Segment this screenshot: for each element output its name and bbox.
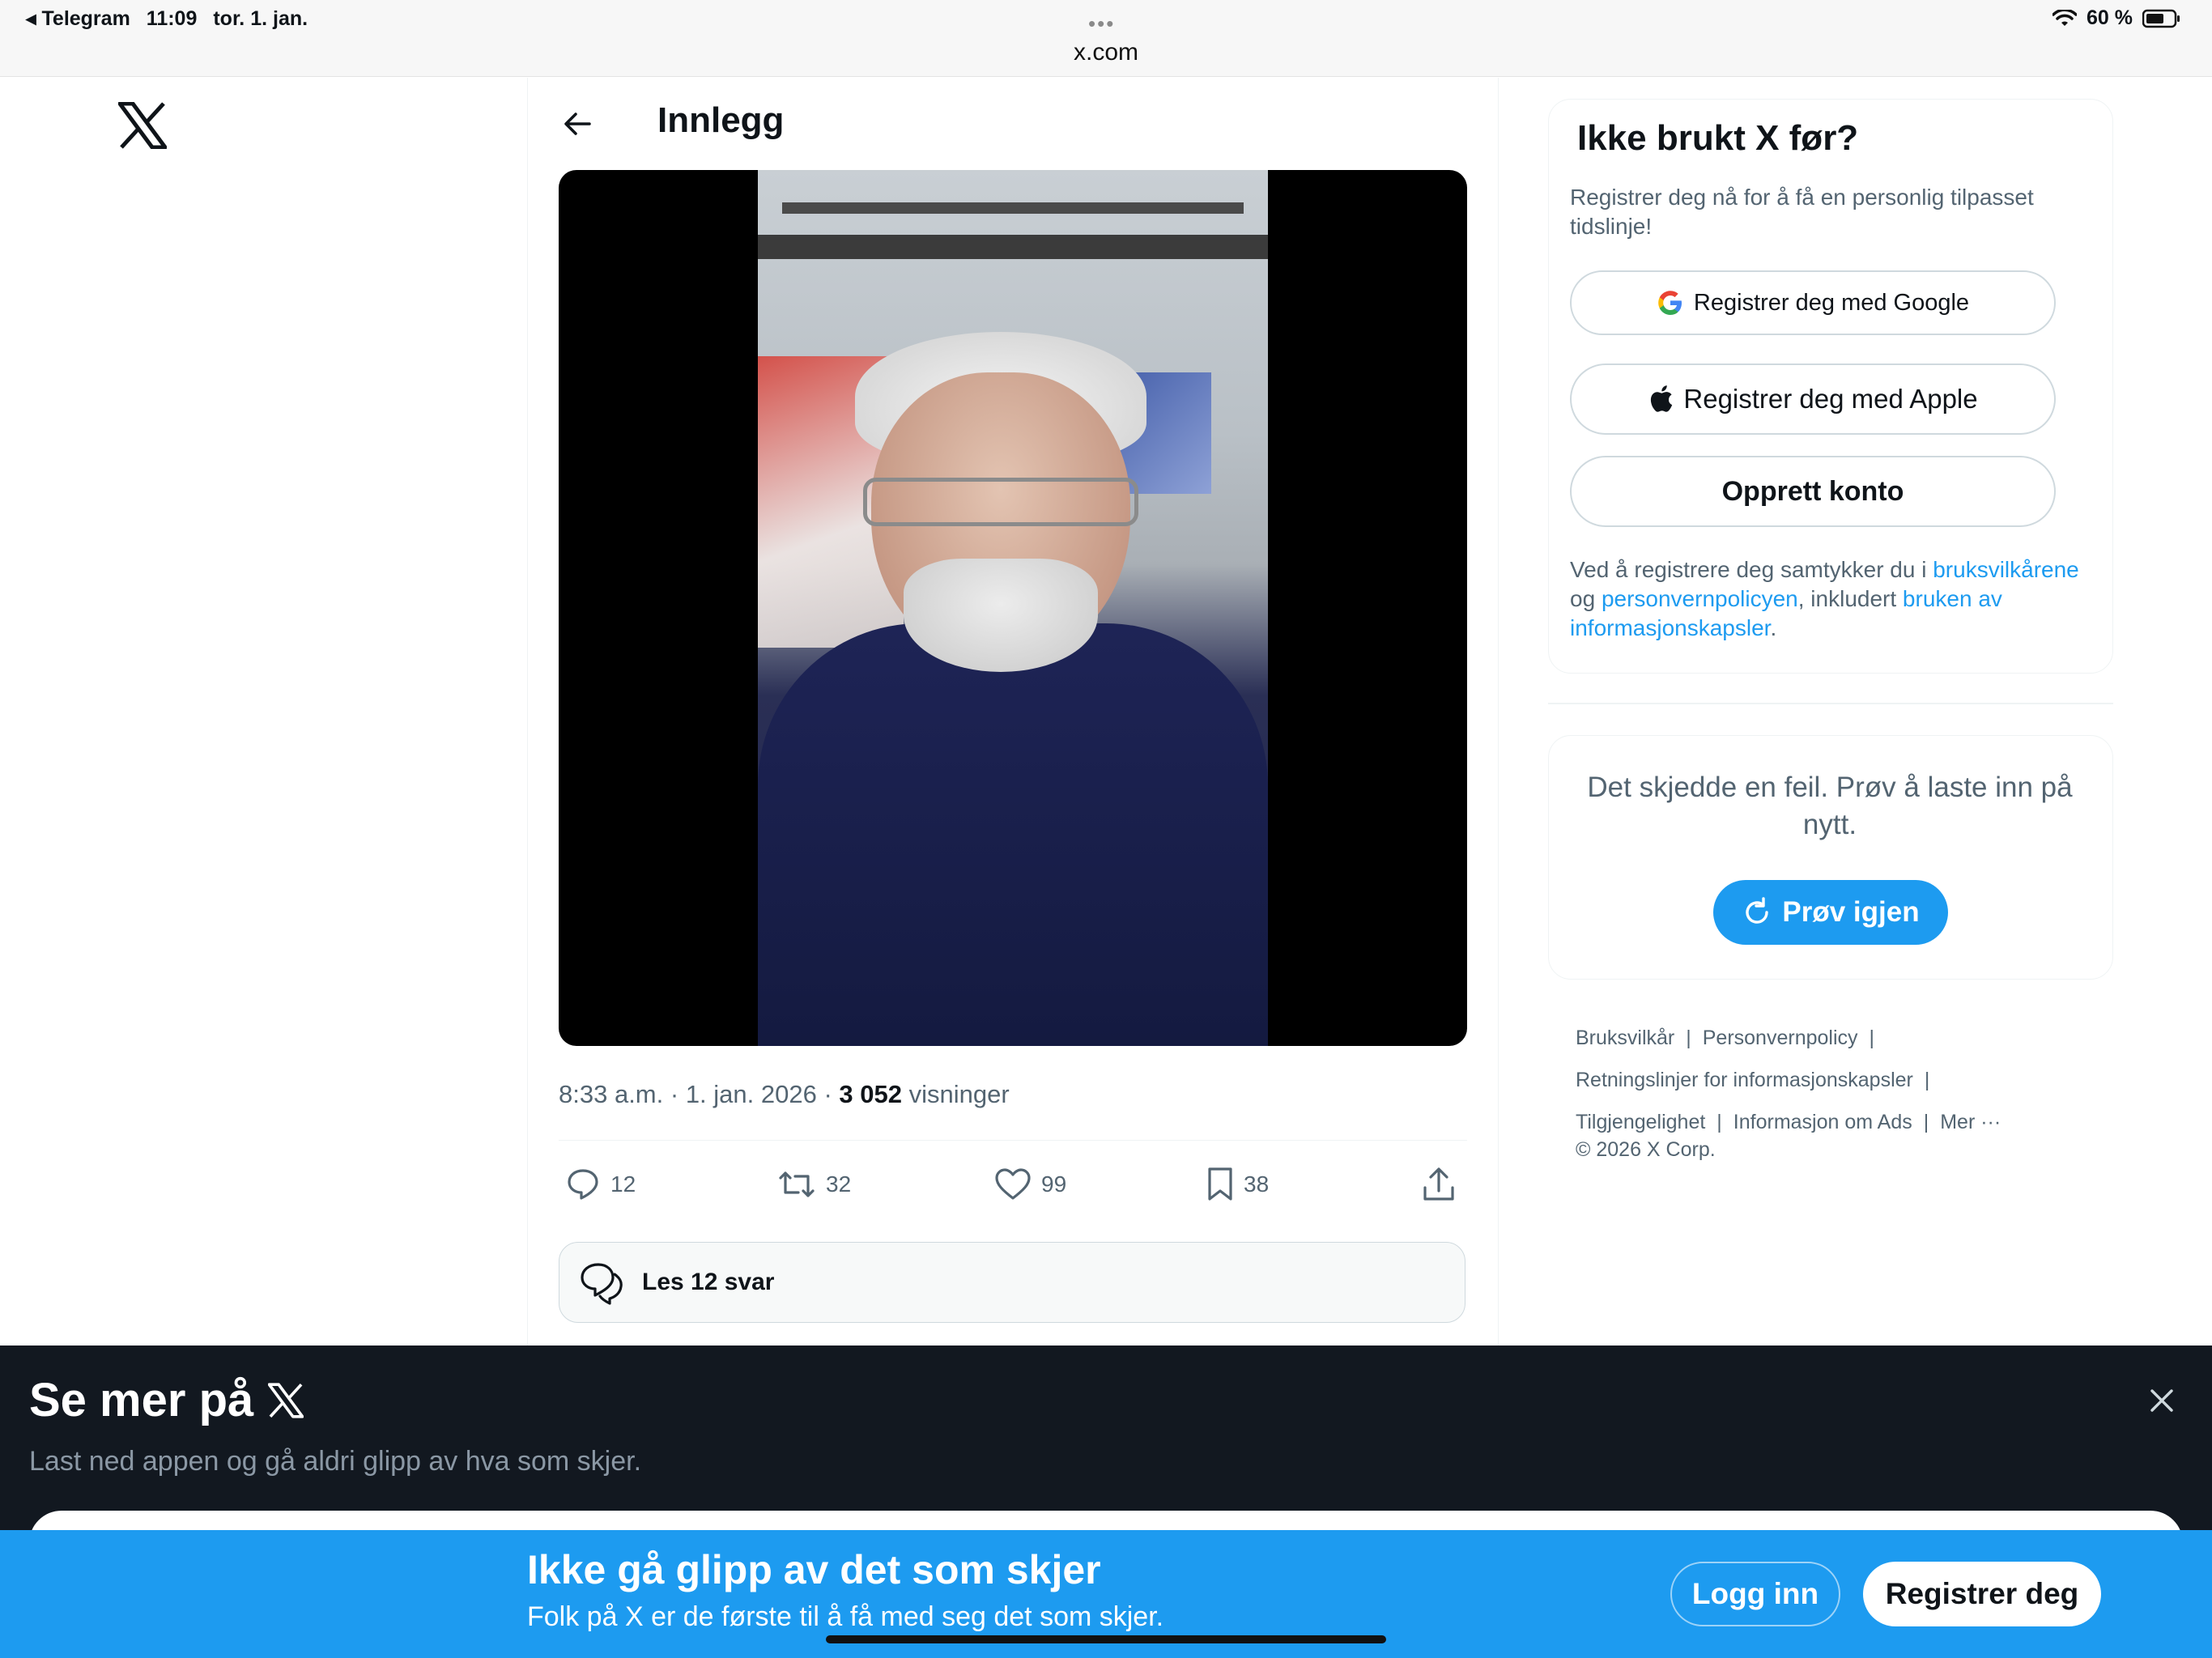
reply-icon — [568, 1169, 598, 1200]
page-title: Innlegg — [657, 100, 785, 140]
retry-label: Prøv igjen — [1782, 896, 1920, 928]
address-url[interactable]: x.com — [0, 39, 2212, 66]
status-date: tor. 1. jan. — [213, 6, 308, 30]
footer-link-accessibility[interactable]: Tilgjengelighet — [1576, 1111, 1705, 1133]
like-button[interactable]: 99 — [994, 1156, 1066, 1213]
post-actions: 12 32 99 38 — [559, 1156, 1467, 1213]
retry-button[interactable]: Prøv igjen — [1713, 880, 1948, 945]
multitask-dots[interactable]: ••• — [1088, 11, 1115, 36]
repost-count: 32 — [826, 1171, 852, 1197]
battery-percent: 60 % — [2087, 6, 2133, 29]
apple-icon — [1651, 385, 1673, 412]
footer-separator: | — [1716, 1111, 1722, 1133]
banner-title: Ikke gå glipp av det som skjer — [527, 1547, 1101, 1592]
back-button[interactable] — [557, 104, 598, 144]
close-icon — [2150, 1389, 2173, 1412]
footer-link-privacy[interactable]: Personvernpolicy — [1703, 1027, 1858, 1049]
share-button[interactable] — [1422, 1156, 1456, 1213]
post-time[interactable]: 8:33 a.m. — [559, 1080, 663, 1108]
terms-text: . — [1770, 615, 1777, 640]
create-account-label: Opprett konto — [1721, 475, 1904, 507]
google-signup-label: Registrer deg med Google — [1693, 289, 1970, 316]
wifi-icon — [2052, 9, 2078, 28]
like-count: 99 — [1041, 1171, 1067, 1197]
frame-detail — [863, 478, 1138, 526]
frame-detail — [904, 559, 1098, 672]
back-to-app-link[interactable]: ◂ Telegram — [26, 6, 130, 31]
status-time: 11:09 — [146, 6, 198, 30]
banner-subtitle: Folk på X er de første til å få med seg … — [527, 1601, 1164, 1632]
x-logo-icon — [268, 1382, 304, 1418]
repost-button[interactable]: 32 — [777, 1156, 851, 1213]
frame-detail — [758, 623, 1268, 1046]
signup-title: Ikke brukt X før? — [1577, 118, 1859, 158]
frame-detail — [758, 235, 1268, 259]
signup-terms: Ved å registrere deg samtykker du i bruk… — [1570, 555, 2096, 643]
share-icon — [1423, 1167, 1454, 1201]
post-meta: 8:33 a.m. · 1. jan. 2026 · 3 052 visning… — [559, 1080, 1010, 1108]
read-replies-button[interactable]: Les 12 svar — [559, 1242, 1465, 1323]
bookmark-button[interactable]: 38 — [1206, 1156, 1269, 1213]
privacy-link[interactable]: personvernpolicyen — [1602, 586, 1798, 611]
read-replies-label: Les 12 svar — [642, 1269, 775, 1295]
bookmark-count: 38 — [1244, 1171, 1270, 1197]
chat-bubbles-icon — [581, 1263, 623, 1305]
bookmark-icon — [1208, 1167, 1232, 1201]
post-video[interactable] — [559, 170, 1467, 1046]
footer-link-more[interactable]: Mer ··· — [1940, 1111, 2001, 1133]
like-icon — [995, 1168, 1031, 1200]
close-button[interactable] — [2138, 1376, 2186, 1425]
create-account-button[interactable]: Opprett konto — [1570, 456, 2056, 527]
refresh-icon — [1746, 897, 1769, 924]
footer-link-ads[interactable]: Informasjon om Ads — [1733, 1111, 1912, 1133]
home-indicator[interactable] — [826, 1635, 1386, 1643]
footer-separator: | — [1924, 1069, 1930, 1091]
app-promo-title: Se mer på — [29, 1373, 304, 1427]
footer-link-cookies[interactable]: Retningslinjer for informasjonskapsler — [1576, 1069, 1913, 1091]
terms-text: Ved å registrere deg samtykker du i — [1570, 557, 1933, 582]
app-promo-subtitle: Last ned appen og gå aldri glipp av hva … — [29, 1446, 642, 1477]
signup-subtitle: Registrer deg nå for å få en personlig t… — [1570, 185, 2034, 239]
register-button[interactable]: Registrer deg — [1863, 1562, 2101, 1626]
error-message: Det skjedde en feil. Prøv å laste inn på… — [1587, 772, 2073, 840]
app-promo-title-text: Se mer på — [29, 1374, 254, 1426]
apple-signup-label: Registrer deg med Apple — [1683, 384, 1978, 414]
views-label: visninger — [908, 1080, 1010, 1108]
repost-icon — [779, 1171, 815, 1197]
views-count: 3 052 — [839, 1080, 902, 1108]
status-bar-right: 60 % — [2052, 6, 2181, 30]
x-logo-icon[interactable] — [118, 102, 167, 149]
login-button[interactable]: Logg inn — [1670, 1562, 1840, 1626]
footer-links: Bruksvilkår | Personvernpolicy | Retningsli… — [1576, 1017, 2102, 1143]
post-date[interactable]: 1. jan. 2026 — [686, 1080, 817, 1108]
reply-count: 12 — [610, 1171, 636, 1197]
footer-separator: | — [1686, 1027, 1691, 1049]
footer-separator: | — [1923, 1111, 1929, 1133]
divider — [559, 1140, 1467, 1141]
copyright: © 2026 X Corp. — [1576, 1138, 1716, 1161]
frame-detail — [782, 202, 1244, 214]
footer-link-terms[interactable]: Bruksvilkår — [1576, 1027, 1674, 1049]
status-bar-left: ◂ Telegram 11:09 tor. 1. jan. — [26, 6, 308, 31]
apple-signup-button[interactable]: Registrer deg med Apple — [1570, 363, 2056, 435]
battery-icon — [2142, 9, 2181, 28]
google-icon — [1658, 291, 1682, 315]
divider — [1548, 703, 2113, 704]
terms-text: , inkludert — [1797, 586, 1903, 611]
terms-text: og — [1570, 586, 1602, 611]
reply-button[interactable]: 12 — [565, 1156, 636, 1213]
back-arrow-icon — [564, 113, 591, 135]
video-frame — [758, 170, 1268, 1046]
terms-link[interactable]: bruksvilkårene — [1933, 557, 2079, 582]
google-signup-button[interactable]: Registrer deg med Google — [1570, 270, 2056, 335]
footer-separator: | — [1869, 1027, 1875, 1049]
